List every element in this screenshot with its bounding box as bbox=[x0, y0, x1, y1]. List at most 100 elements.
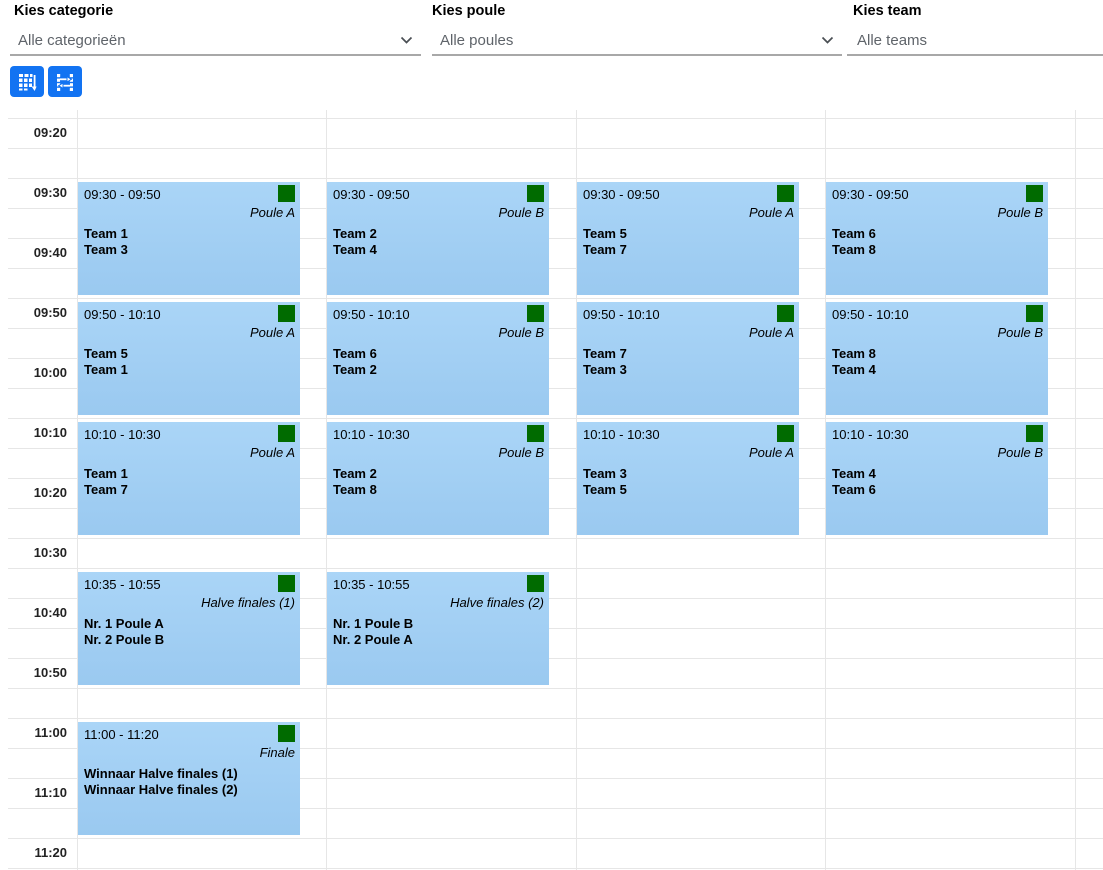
filter-category-label: Kies categorie bbox=[14, 3, 113, 19]
event-team-name: Team 8 bbox=[832, 346, 876, 362]
event-time-range: 09:50 - 10:10 bbox=[84, 307, 161, 322]
table-view-button[interactable] bbox=[10, 66, 44, 97]
status-square-icon bbox=[278, 305, 295, 322]
time-axis-label: 10:00 bbox=[0, 358, 67, 388]
event-team-name: Team 2 bbox=[333, 466, 377, 482]
event-poule-label: Poule B bbox=[997, 205, 1043, 220]
event-team-name: Team 5 bbox=[84, 346, 128, 362]
event-time-range: 10:35 - 10:55 bbox=[84, 577, 161, 592]
event-poule-label: Poule B bbox=[997, 325, 1043, 340]
category-select[interactable]: Alle categorieën bbox=[10, 26, 421, 56]
event-team-name: Team 7 bbox=[84, 482, 128, 498]
filter-team: Kies team Alle teams bbox=[847, 0, 1103, 60]
filter-team-label: Kies team bbox=[853, 3, 922, 19]
poule-select-value: Alle poules bbox=[440, 32, 513, 49]
event-team-name: Team 5 bbox=[583, 482, 627, 498]
category-select-value: Alle categorieën bbox=[18, 32, 126, 49]
event-time-range: 09:50 - 10:10 bbox=[832, 307, 909, 322]
match-card[interactable]: 10:10 - 10:30 Poule A Team 3Team 5 bbox=[577, 422, 799, 535]
event-teams: Team 1Team 3 bbox=[84, 226, 128, 257]
event-time-range: 11:00 - 11:20 bbox=[84, 727, 159, 742]
event-team-name: Team 8 bbox=[832, 242, 876, 258]
event-team-name: Team 6 bbox=[333, 346, 377, 362]
status-square-icon bbox=[278, 425, 295, 442]
match-card[interactable]: 10:10 - 10:30 Poule A Team 1Team 7 bbox=[78, 422, 300, 535]
event-teams: Team 8Team 4 bbox=[832, 346, 876, 377]
schedule-grid: 09:2009:3009:4009:5010:0010:1010:2010:30… bbox=[0, 110, 1103, 870]
match-card[interactable]: 09:30 - 09:50 Poule A Team 1Team 3 bbox=[78, 182, 300, 295]
poule-select[interactable]: Alle poules bbox=[432, 26, 842, 56]
chevron-down-icon bbox=[821, 36, 834, 45]
event-team-name: Team 1 bbox=[84, 226, 128, 242]
status-square-icon bbox=[278, 185, 295, 202]
event-poule-label: Finale bbox=[260, 745, 295, 760]
event-poule-label: Poule A bbox=[250, 325, 295, 340]
status-square-icon bbox=[1026, 305, 1043, 322]
event-team-name: Team 7 bbox=[583, 242, 627, 258]
event-time-range: 10:10 - 10:30 bbox=[84, 427, 161, 442]
match-card[interactable]: 09:30 - 09:50 Poule B Team 6Team 8 bbox=[826, 182, 1048, 295]
event-team-name: Team 2 bbox=[333, 226, 377, 242]
match-card[interactable]: 09:30 - 09:50 Poule A Team 5Team 7 bbox=[577, 182, 799, 295]
table-arrow-down-icon bbox=[17, 72, 37, 92]
grid-line-horizontal bbox=[8, 718, 1103, 719]
event-poule-label: Halve finales (2) bbox=[450, 595, 544, 610]
grid-line-horizontal bbox=[8, 538, 1103, 539]
time-axis-label: 10:10 bbox=[0, 418, 67, 448]
match-card[interactable]: 09:30 - 09:50 Poule B Team 2Team 4 bbox=[327, 182, 549, 295]
grid-line-horizontal bbox=[8, 178, 1103, 179]
event-poule-label: Poule A bbox=[250, 445, 295, 460]
filter-poule: Kies poule Alle poules bbox=[432, 0, 842, 60]
swap-rows-icon bbox=[55, 72, 75, 92]
event-team-name: Nr. 2 Poule A bbox=[333, 632, 413, 648]
match-card[interactable]: 10:10 - 10:30 Poule B Team 4Team 6 bbox=[826, 422, 1048, 535]
event-poule-label: Poule A bbox=[749, 205, 794, 220]
match-card[interactable]: 10:35 - 10:55 Halve finales (1) Nr. 1 Po… bbox=[78, 572, 300, 685]
grid-line-horizontal bbox=[8, 568, 1103, 569]
swap-view-button[interactable] bbox=[48, 66, 82, 97]
event-team-name: Team 5 bbox=[583, 226, 627, 242]
event-time-range: 09:30 - 09:50 bbox=[333, 187, 410, 202]
event-team-name: Team 1 bbox=[84, 362, 128, 378]
match-card[interactable]: 09:50 - 10:10 Poule B Team 8Team 4 bbox=[826, 302, 1048, 415]
event-poule-label: Poule B bbox=[498, 445, 544, 460]
event-time-range: 09:30 - 09:50 bbox=[832, 187, 909, 202]
status-square-icon bbox=[1026, 185, 1043, 202]
event-teams: Team 3Team 5 bbox=[583, 466, 627, 497]
event-team-name: Team 6 bbox=[832, 482, 876, 498]
filter-category: Kies categorie Alle categorieën bbox=[10, 0, 421, 60]
event-team-name: Team 3 bbox=[583, 362, 627, 378]
time-axis-label: 11:10 bbox=[0, 778, 67, 808]
event-poule-label: Poule B bbox=[498, 205, 544, 220]
match-card[interactable]: 09:50 - 10:10 Poule A Team 5Team 1 bbox=[78, 302, 300, 415]
match-card[interactable]: 10:10 - 10:30 Poule B Team 2Team 8 bbox=[327, 422, 549, 535]
match-card[interactable]: 11:00 - 11:20 Finale Winnaar Halve final… bbox=[78, 722, 300, 835]
event-time-range: 10:10 - 10:30 bbox=[583, 427, 660, 442]
match-card[interactable]: 10:35 - 10:55 Halve finales (2) Nr. 1 Po… bbox=[327, 572, 549, 685]
grid-line-horizontal bbox=[8, 688, 1103, 689]
match-card[interactable]: 09:50 - 10:10 Poule A Team 7Team 3 bbox=[577, 302, 799, 415]
event-team-name: Nr. 1 Poule A bbox=[84, 616, 164, 632]
event-time-range: 10:35 - 10:55 bbox=[333, 577, 410, 592]
event-teams: Team 5Team 1 bbox=[84, 346, 128, 377]
event-time-range: 09:30 - 09:50 bbox=[84, 187, 161, 202]
event-time-range: 10:10 - 10:30 bbox=[832, 427, 909, 442]
event-team-name: Team 1 bbox=[84, 466, 128, 482]
event-team-name: Team 8 bbox=[333, 482, 377, 498]
event-teams: Nr. 1 Poule BNr. 2 Poule A bbox=[333, 616, 413, 647]
grid-line-horizontal bbox=[8, 868, 1103, 869]
event-teams: Team 7Team 3 bbox=[583, 346, 627, 377]
time-axis-label: 10:40 bbox=[0, 598, 67, 628]
time-axis-label: 11:20 bbox=[0, 838, 67, 868]
match-card[interactable]: 09:50 - 10:10 Poule B Team 6Team 2 bbox=[327, 302, 549, 415]
status-square-icon bbox=[527, 305, 544, 322]
team-select[interactable]: Alle teams bbox=[847, 26, 1103, 56]
status-square-icon bbox=[1026, 425, 1043, 442]
chevron-down-icon bbox=[400, 36, 413, 45]
grid-line-horizontal bbox=[8, 118, 1103, 119]
event-teams: Team 2Team 8 bbox=[333, 466, 377, 497]
status-square-icon bbox=[777, 305, 794, 322]
event-team-name: Team 2 bbox=[333, 362, 377, 378]
status-square-icon bbox=[527, 185, 544, 202]
status-square-icon bbox=[527, 575, 544, 592]
